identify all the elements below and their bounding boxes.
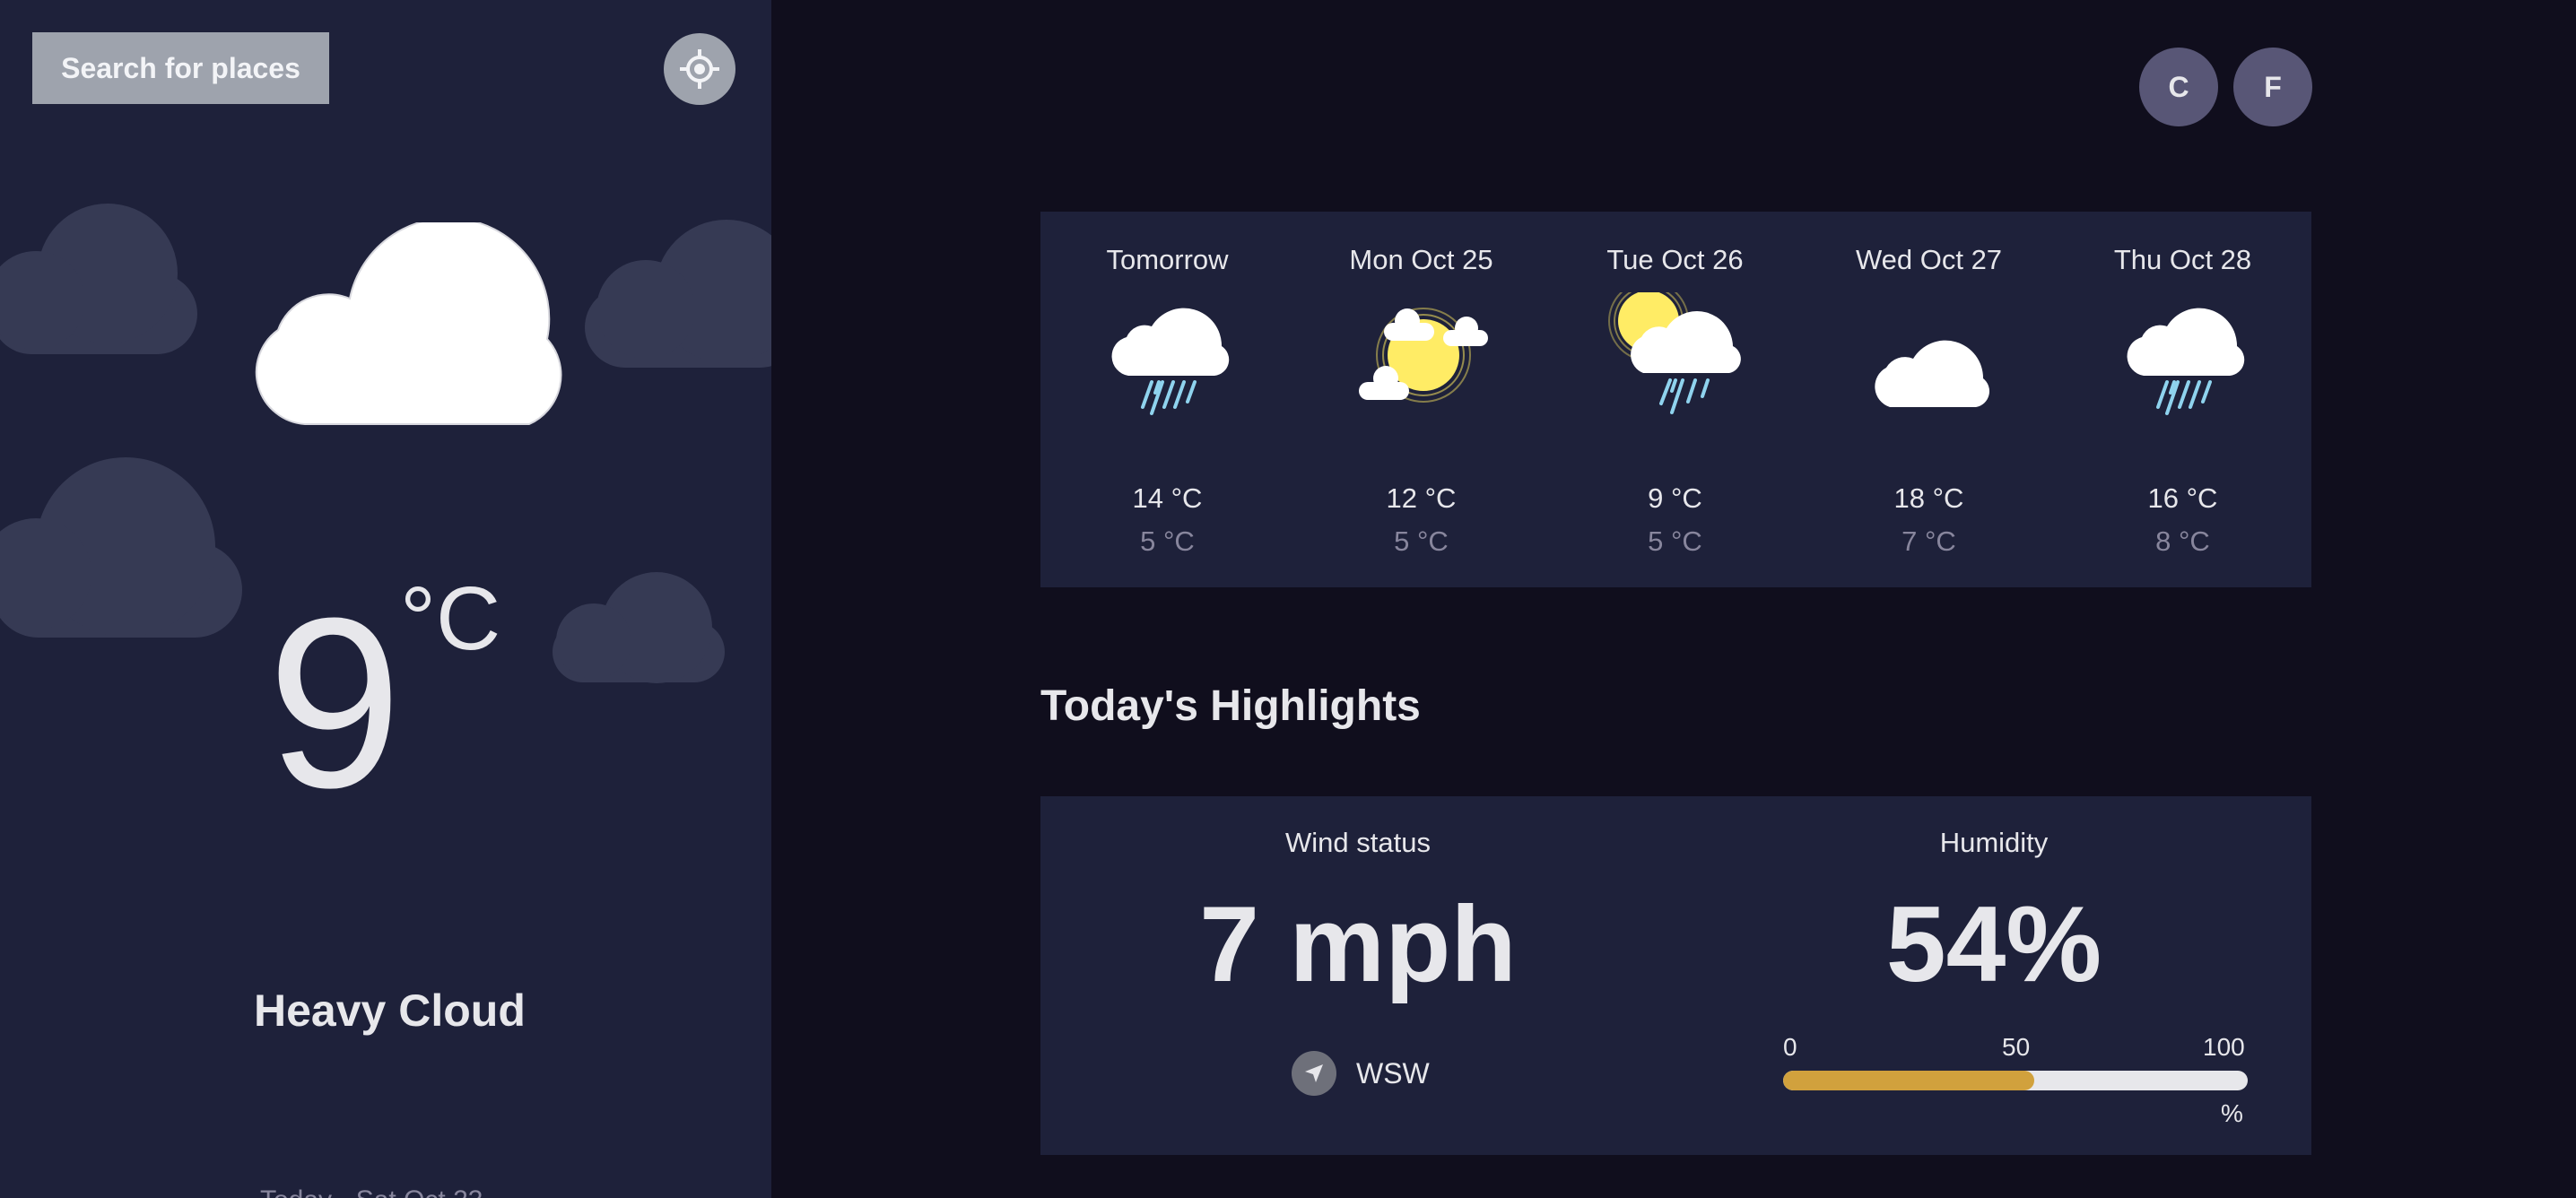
forecast-max-temp: 9 °C (1648, 482, 1702, 514)
forecast-day: Tue Oct 26 9 °C 5 °C (1548, 212, 1802, 587)
background-cloud-icon (585, 220, 771, 368)
navigation-arrow-icon (1292, 1051, 1336, 1096)
humidity-scale-50: 50 (2002, 1033, 2031, 1061)
forecast-min-temp: 5 °C (1648, 525, 1702, 557)
forecast-day: Tomorrow 14 °C 5 °C (1040, 212, 1294, 587)
forecast-day: Mon Oct 25 12 °C 5 °C (1294, 212, 1548, 587)
forecast-max-temp: 18 °C (1893, 482, 1964, 514)
humidity-scale-0: 0 (1783, 1033, 1797, 1061)
forecast-max-temp: 14 °C (1132, 482, 1203, 514)
humidity-unit: % (2221, 1099, 2243, 1127)
celsius-button[interactable]: C (2139, 48, 2218, 126)
forecast-day-label: Thu Oct 28 (2113, 244, 2252, 275)
showers-icon (1608, 292, 1741, 414)
forecast-min-temp: 7 °C (1902, 525, 1956, 557)
forecast-max-temp: 12 °C (1386, 482, 1457, 514)
forecast-day-label: Mon Oct 25 (1349, 244, 1493, 275)
forecast-day: Thu Oct 28 16 °C 8 °C (2056, 212, 2310, 587)
humidity-label: Humidity (1939, 827, 2049, 858)
wind-direction: WSW (1292, 1050, 1430, 1097)
highlights-panel: Wind status 7 mph WSW Humidity 54% 0 50 … (1040, 796, 2311, 1155)
forecast-day-label: Tue Oct 26 (1606, 244, 1744, 275)
crosshair-icon (680, 49, 719, 89)
background-cloud-icon (0, 457, 242, 638)
forecast-min-temp: 5 °C (1140, 525, 1195, 557)
heavy-cloud-icon (255, 222, 562, 425)
forecast-day-label: Tomorrow (1106, 244, 1229, 275)
forecast-min-temp: 5 °C (1394, 525, 1449, 557)
background-cloud-icon (553, 572, 725, 683)
heavy-rain-icon (1111, 308, 1230, 415)
weather-condition: Heavy Cloud (254, 985, 526, 1036)
search-places-button[interactable]: Search for places (32, 32, 329, 104)
forecast-day-label: Wed Oct 27 (1855, 244, 2003, 275)
light-cloud-icon (1359, 308, 1488, 403)
temperature-unit: °C (400, 569, 501, 669)
heavy-cloud-icon (1875, 340, 1990, 407)
date-line: Today · Sat Oct 23 (260, 1185, 483, 1198)
background-cloud-icon (0, 204, 197, 354)
fahrenheit-button[interactable]: F (2233, 48, 2312, 126)
humidity-value: 54% (1885, 884, 2102, 1004)
humidity-scale-100: 100 (2203, 1033, 2245, 1061)
wind-direction-text: WSW (1356, 1056, 1430, 1089)
wind-status-label: Wind status (1285, 827, 1431, 858)
current-temperature: 9 (267, 569, 403, 838)
humidity-progress-bar (1783, 1071, 2248, 1090)
current-location-button[interactable] (664, 33, 735, 105)
wind-speed-value: 7 mph (1199, 884, 1517, 1004)
sidebar: Search for places 9 °C Heavy Cloud Today… (0, 0, 771, 1198)
forecast-max-temp: 16 °C (2147, 482, 2218, 514)
forecast-min-temp: 8 °C (2155, 525, 2210, 557)
forecast-panel: Tomorrow 14 °C 5 °C Mon Oct 25 12 °C 5 °… (1040, 212, 2311, 587)
heavy-rain-icon (2127, 308, 2245, 415)
forecast-day: Wed Oct 27 18 °C 7 °C (1802, 212, 2056, 587)
humidity-progress-fill (1783, 1071, 2034, 1090)
highlights-title: Today's Highlights (1040, 682, 1421, 730)
